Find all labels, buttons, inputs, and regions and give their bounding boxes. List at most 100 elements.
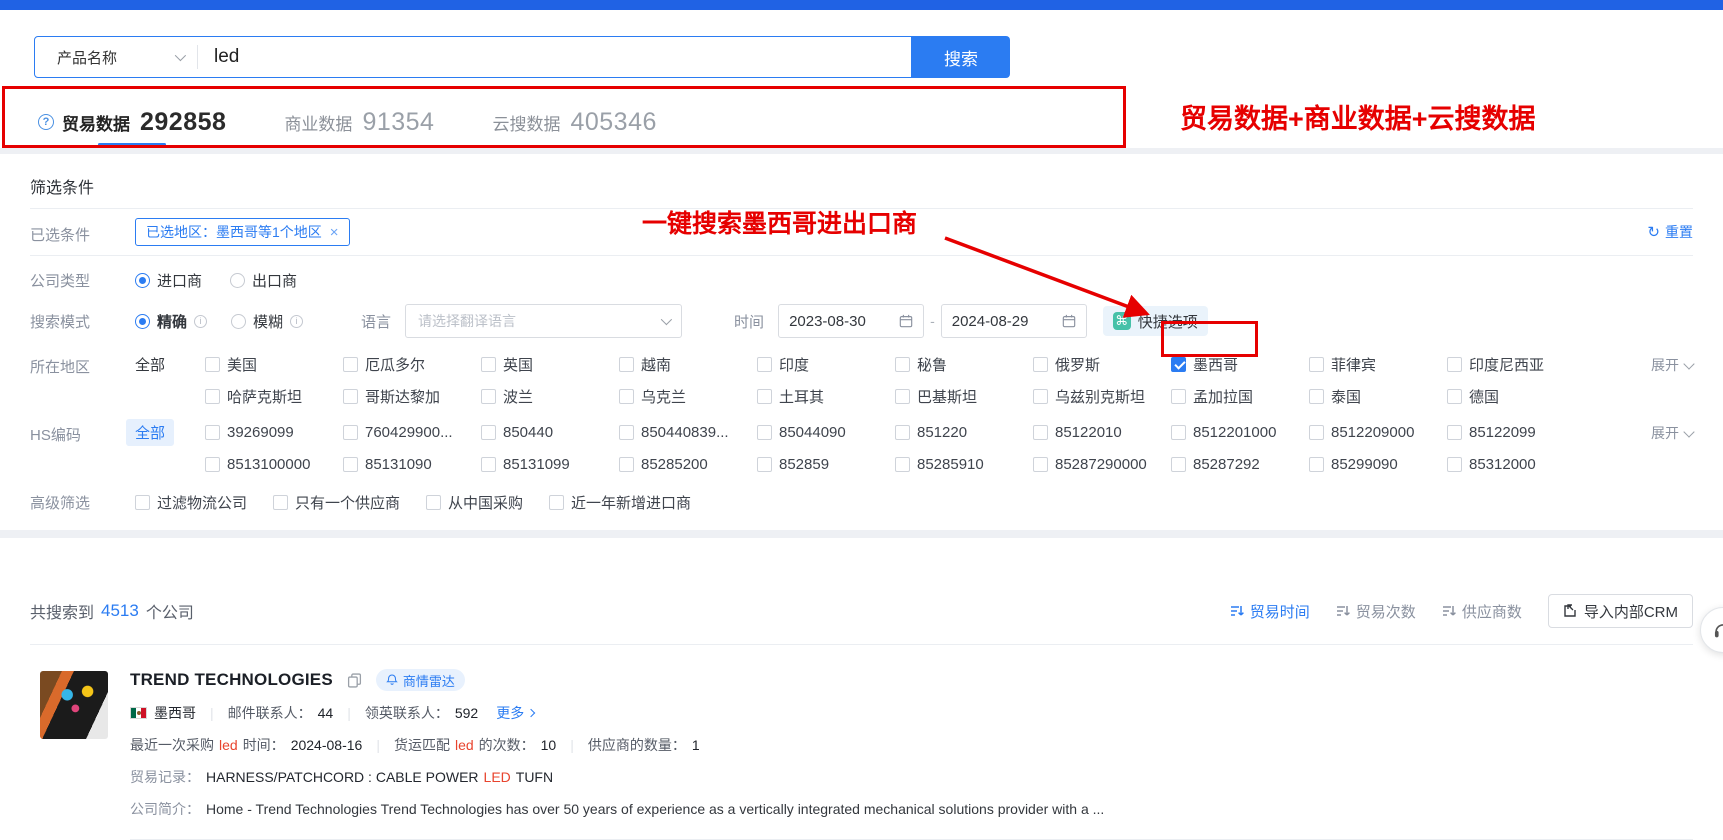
checkbox-label: 85287292: [1193, 456, 1260, 473]
company-name[interactable]: TREND TECHNOLOGIES: [130, 670, 333, 690]
region-checkbox-russia[interactable]: 俄罗斯: [1033, 354, 1171, 375]
checkbox-icon: [426, 495, 441, 510]
region-checkbox-ecuador[interactable]: 厄瓜多尔: [343, 354, 481, 375]
selected-region-tag[interactable]: 已选地区：墨西哥等1个地区 ×: [135, 218, 350, 246]
hs-checkbox[interactable]: 85044090: [757, 424, 895, 441]
checkbox-icon: [343, 357, 358, 372]
region-checkbox-mexico[interactable]: 墨西哥: [1171, 354, 1309, 375]
region-label: 所在地区: [30, 348, 135, 377]
hs-checkbox[interactable]: 85131099: [481, 456, 619, 473]
hs-checkbox[interactable]: 85131090: [343, 456, 481, 473]
close-icon[interactable]: ×: [330, 224, 339, 241]
sort-by-supplier-count[interactable]: 供应商数: [1442, 601, 1522, 622]
hs-checkbox[interactable]: 85122010: [1033, 424, 1171, 441]
region-checkbox-india[interactable]: 印度: [757, 354, 895, 375]
region-checkbox-poland[interactable]: 波兰: [481, 386, 619, 407]
summary-prefix: 共搜索到: [30, 599, 94, 623]
search-button[interactable]: 搜索: [912, 36, 1010, 78]
region-row-1: 全部 美国 厄瓜多尔 英国 越南 印度 秘鲁 俄罗斯 墨西哥 菲律宾 印度尼西亚: [135, 348, 1693, 380]
import-icon: [1563, 604, 1577, 618]
top-accent-bar: [0, 0, 1723, 10]
region-checkbox-uk[interactable]: 英国: [481, 354, 619, 375]
advanced-checkbox-filter-logistics[interactable]: 过滤物流公司: [135, 492, 247, 513]
info-icon[interactable]: i: [194, 315, 207, 328]
checkbox-label: 85285910: [917, 456, 984, 473]
checkbox-icon: [1033, 357, 1048, 372]
advanced-checkbox-single-supplier[interactable]: 只有一个供应商: [273, 492, 400, 513]
hs-all-option[interactable]: 全部: [126, 419, 174, 446]
reset-button[interactable]: ↻ 重置: [1647, 222, 1693, 242]
search-category-dropdown[interactable]: 产品名称: [35, 47, 197, 68]
business-radar-badge[interactable]: 商情雷达: [376, 669, 465, 691]
region-checkbox-costarica[interactable]: 哥斯达黎加: [343, 386, 481, 407]
hs-checkbox[interactable]: 760429900...: [343, 424, 481, 441]
tab-trade-data[interactable]: ? 贸易数据 292858: [38, 96, 226, 148]
company-photo[interactable]: [40, 671, 108, 739]
search-input[interactable]: [198, 46, 911, 68]
region-expand-link[interactable]: 展开: [1651, 355, 1693, 375]
hs-checkbox[interactable]: 85285910: [895, 456, 1033, 473]
tab-business-data[interactable]: 商业数据 91354: [284, 96, 434, 148]
hs-checkbox[interactable]: 852859: [757, 456, 895, 473]
region-checkbox-vietnam[interactable]: 越南: [619, 354, 757, 375]
region-checkbox-kazakhstan[interactable]: 哈萨克斯坦: [205, 386, 343, 407]
hs-checkbox[interactable]: 85287292: [1171, 456, 1309, 473]
region-checkbox-bangladesh[interactable]: 孟加拉国: [1171, 386, 1309, 407]
start-date-picker[interactable]: 2023-08-30: [778, 304, 924, 338]
import-crm-label: 导入内部CRM: [1584, 601, 1678, 622]
checkbox-label: 印度: [779, 354, 809, 375]
checkbox-label: 85312000: [1469, 456, 1536, 473]
region-checkbox-thailand[interactable]: 泰国: [1309, 386, 1447, 407]
region-all-option[interactable]: 全部: [135, 354, 205, 375]
advanced-checkbox-buy-from-china[interactable]: 从中国采购: [426, 492, 523, 513]
region-checkbox-ukraine[interactable]: 乌克兰: [619, 386, 757, 407]
hs-checkbox[interactable]: 85299090: [1309, 456, 1447, 473]
radio-exact[interactable]: 精确 i: [135, 311, 207, 332]
chevron-down-icon: [1683, 426, 1694, 437]
more-link[interactable]: 更多: [496, 703, 534, 723]
checkbox-label: 85122010: [1055, 424, 1122, 441]
region-checkbox-pakistan[interactable]: 巴基斯坦: [895, 386, 1033, 407]
region-checkbox-peru[interactable]: 秘鲁: [895, 354, 1033, 375]
copy-icon[interactable]: [347, 673, 362, 688]
hs-checkbox[interactable]: 85287290000: [1033, 456, 1171, 473]
hs-expand-link[interactable]: 展开: [1651, 423, 1693, 443]
hs-checkbox[interactable]: 85312000: [1447, 456, 1585, 473]
info-icon[interactable]: i: [290, 315, 303, 328]
sort-label: 贸易次数: [1356, 601, 1416, 622]
hs-checkbox[interactable]: 8513100000: [205, 456, 343, 473]
keyword-highlight: led: [219, 737, 238, 753]
region-checkbox-uzbekistan[interactable]: 乌兹别克斯坦: [1033, 386, 1171, 407]
import-crm-button[interactable]: 导入内部CRM: [1548, 594, 1693, 628]
checkbox-label: 厄瓜多尔: [365, 354, 425, 375]
hs-checkbox[interactable]: 851220: [895, 424, 1033, 441]
hs-checkbox[interactable]: 850440839...: [619, 424, 757, 441]
quick-options-button[interactable]: ⌘ 快捷选项: [1103, 306, 1208, 336]
advanced-checkbox-new-importer[interactable]: 近一年新增进口商: [549, 492, 691, 513]
radio-exporter[interactable]: 出口商: [230, 270, 297, 291]
radio-importer[interactable]: 进口商: [135, 270, 202, 291]
hs-checkbox[interactable]: 8512201000: [1171, 424, 1309, 441]
hs-checkbox[interactable]: 850440: [481, 424, 619, 441]
end-date-picker[interactable]: 2024-08-29: [941, 304, 1087, 338]
question-circle-icon[interactable]: ?: [38, 114, 54, 130]
region-checkbox-usa[interactable]: 美国: [205, 354, 343, 375]
company-intro-label: 公司简介：: [130, 799, 200, 819]
checkbox-icon: [619, 389, 634, 404]
region-checkbox-turkey[interactable]: 土耳其: [757, 386, 895, 407]
hs-checkbox[interactable]: 8512209000: [1309, 424, 1447, 441]
checkbox-icon: [619, 357, 634, 372]
region-checkbox-germany[interactable]: 德国: [1447, 386, 1585, 407]
hs-checkbox[interactable]: 85285200: [619, 456, 757, 473]
search-mode-label: 搜索模式: [30, 311, 135, 332]
sort-by-trade-time[interactable]: 贸易时间: [1230, 601, 1310, 622]
hs-checkbox[interactable]: 39269099: [205, 424, 343, 441]
tab-cloud-search-data[interactable]: 云搜数据 405346: [492, 96, 656, 148]
radio-fuzzy[interactable]: 模糊 i: [231, 311, 303, 332]
region-checkbox-indonesia[interactable]: 印度尼西亚: [1447, 354, 1585, 375]
hs-checkbox[interactable]: 85122099: [1447, 424, 1585, 441]
region-checkbox-philippines[interactable]: 菲律宾: [1309, 354, 1447, 375]
sort-by-trade-count[interactable]: 贸易次数: [1336, 601, 1416, 622]
company-card[interactable]: TREND TECHNOLOGIES 商情雷达 墨西哥 | 邮件联系人： 44 …: [30, 645, 1693, 840]
language-select[interactable]: 请选择翻译语言: [405, 304, 682, 338]
